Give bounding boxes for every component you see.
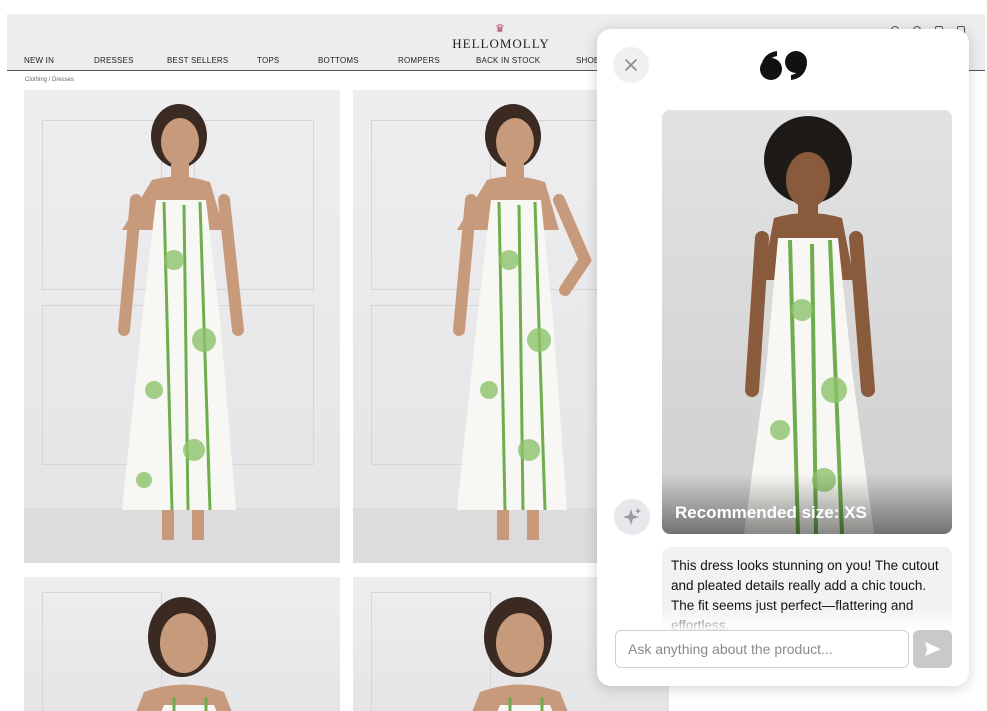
chat-input[interactable] [615, 630, 909, 668]
virtual-try-on-chat: Recommended size: XS This dress looks st… [597, 29, 969, 686]
nav-item-shoes[interactable]: SHOE [576, 56, 599, 65]
close-icon [625, 59, 637, 71]
nav-item-new-in[interactable]: NEW IN [24, 56, 54, 65]
nav-item-back-in-stock[interactable]: BACK IN STOCK [476, 56, 540, 65]
product-photo-front[interactable] [24, 90, 340, 563]
sparkle-icon [623, 508, 641, 525]
product-photo-closeup-1[interactable] [24, 577, 340, 711]
model-figure [118, 104, 244, 540]
quote-icon [760, 51, 807, 80]
model-figure-closeup [136, 597, 232, 711]
breadcrumb[interactable]: Clothing / Dresses [25, 77, 74, 83]
crown-icon: ♛ [495, 23, 505, 35]
try-on-model [744, 116, 875, 534]
try-on-result-image: Recommended size: XS [662, 110, 952, 534]
nav-item-bottoms[interactable]: BOTTOMS [318, 56, 359, 65]
send-button[interactable] [913, 630, 952, 668]
nav-item-dresses[interactable]: DRESSES [94, 56, 134, 65]
page: ♛ HELLOMOLLY NEW IN DRESSES BEST SELLERS… [0, 0, 987, 711]
nav-item-rompers[interactable]: ROMPERS [398, 56, 440, 65]
assistant-message: This dress looks stunning on you! The cu… [662, 547, 952, 631]
close-button[interactable] [613, 47, 649, 83]
send-icon [924, 642, 941, 656]
nav-item-best-sellers[interactable]: BEST SELLERS [167, 56, 228, 65]
nav-item-tops[interactable]: TOPS [257, 56, 279, 65]
assistant-avatar [614, 499, 650, 535]
store-logo[interactable]: ♛ HELLOMOLLY [451, 23, 551, 52]
size-recommendation: Recommended size: XS [675, 503, 867, 522]
